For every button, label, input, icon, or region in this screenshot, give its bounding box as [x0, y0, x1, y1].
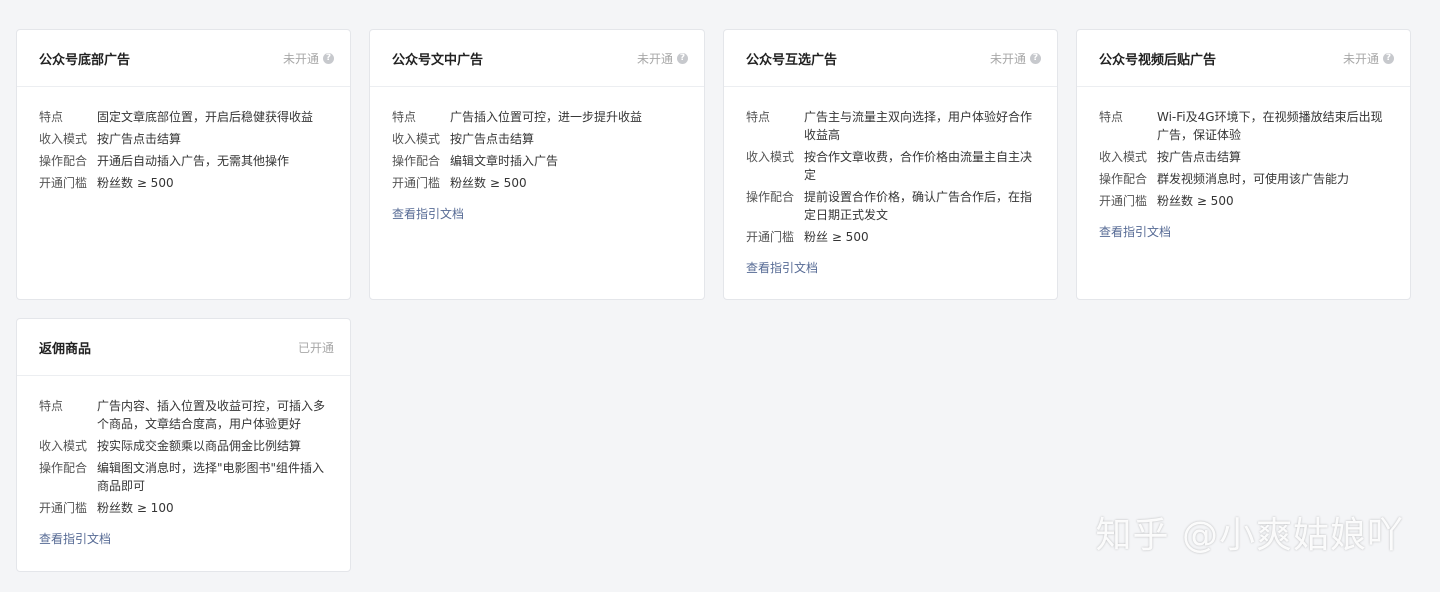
row-value: 广告内容、插入位置及收益可控，可插入多个商品，文章结合度高，用户体验更好	[97, 399, 326, 431]
card-header: 公众号文中广告 未开通 ?	[370, 30, 704, 87]
threshold-row: 开通门槛 粉丝数 ≥ 100	[39, 499, 328, 517]
operation-row: 操作配合 编辑文章时插入广告	[392, 152, 682, 170]
row-label: 开通门槛	[39, 176, 88, 190]
row-value: 广告主与流量主双向选择，用户体验好合作收益高	[804, 110, 1033, 142]
question-circle-icon[interactable]: ?	[677, 52, 688, 64]
row-value: 粉丝数 ≥ 500	[1157, 194, 1234, 208]
row-value: Wi-Fi及4G环境下，在视频播放结束后出现广告，保证体验	[1157, 110, 1383, 142]
watermark: 知乎 @小爽姑娘吖	[1095, 515, 1404, 556]
status-badge: 未开通 ?	[1343, 50, 1394, 67]
row-label: 特点	[39, 110, 64, 124]
card-title: 公众号视频后贴广告	[1099, 52, 1217, 68]
status-text: 未开通	[989, 51, 1026, 66]
status-badge: 未开通 ?	[283, 50, 334, 67]
row-label: 开通门槛	[746, 230, 795, 244]
row-value: 广告插入位置可控，进一步提升收益	[450, 110, 643, 124]
threshold-row: 开通门槛 粉丝数 ≥ 500	[1099, 192, 1388, 210]
question-circle-icon[interactable]: ?	[1030, 52, 1041, 64]
income-row: 收入模式 按实际成交金额乘以商品佣金比例结算	[39, 437, 328, 455]
feature-row: 特点 广告内容、插入位置及收益可控，可插入多个商品，文章结合度高，用户体验更好	[39, 397, 328, 433]
row-value: 粉丝数 ≥ 500	[450, 176, 527, 190]
threshold-row: 开通门槛 粉丝数 ≥ 500	[39, 174, 328, 192]
row-label: 操作配合	[1099, 172, 1148, 186]
feature-row: 特点 广告主与流量主双向选择，用户体验好合作收益高	[746, 108, 1035, 144]
threshold-row: 开通门槛 粉丝 ≥ 500	[746, 228, 1035, 246]
row-label: 收入模式	[746, 150, 795, 164]
income-row: 收入模式 按合作文章收费，合作价格由流量主自主决定	[746, 148, 1035, 184]
row-value: 开通后自动插入广告，无需其他操作	[97, 154, 290, 168]
ad-card-video-post-roll: 公众号视频后贴广告 未开通 ? 特点 Wi-Fi及4G环境下，在视频播放结束后出…	[1076, 29, 1411, 300]
operation-row: 操作配合 编辑图文消息时，选择"电影图书"组件插入商品即可	[39, 459, 328, 495]
ad-card-mutual-selection: 公众号互选广告 未开通 ? 特点 广告主与流量主双向选择，用户体验好合作收益高 …	[723, 29, 1058, 300]
row-value: 编辑图文消息时，选择"电影图书"组件插入商品即可	[97, 461, 325, 493]
row-label: 操作配合	[39, 461, 88, 475]
card-header: 返佣商品 已开通	[17, 319, 350, 376]
row-label: 操作配合	[39, 154, 88, 168]
status-badge: 已开通	[298, 339, 334, 356]
row-label: 开通门槛	[392, 176, 441, 190]
row-label: 收入模式	[392, 132, 441, 146]
card-title: 返佣商品	[39, 341, 92, 357]
operation-row: 操作配合 开通后自动插入广告，无需其他操作	[39, 152, 328, 170]
row-label: 开通门槛	[39, 501, 88, 515]
row-value: 编辑文章时插入广告	[450, 154, 559, 168]
status-text: 已开通	[297, 340, 334, 355]
operation-row: 操作配合 群发视频消息时，可使用该广告能力	[1099, 170, 1388, 188]
view-guide-link[interactable]: 查看指引文档	[39, 530, 111, 547]
card-body: 特点 广告主与流量主双向选择，用户体验好合作收益高 收入模式 按合作文章收费，合…	[724, 87, 1057, 276]
ad-card-bottom: 公众号底部广告 未开通 ? 特点 固定文章底部位置，开启后稳健获得收益 收入模式…	[16, 29, 351, 300]
row-value: 群发视频消息时，可使用该广告能力	[1157, 172, 1350, 186]
row-value: 按广告点击结算	[97, 132, 182, 146]
row-value: 固定文章底部位置，开启后稳健获得收益	[97, 110, 314, 124]
view-guide-link[interactable]: 查看指引文档	[746, 259, 818, 276]
row-value: 粉丝数 ≥ 500	[97, 176, 174, 190]
row-value: 按广告点击结算	[450, 132, 535, 146]
card-title: 公众号互选广告	[746, 52, 838, 68]
row-label: 特点	[1099, 110, 1124, 124]
row-value: 粉丝 ≥ 500	[804, 230, 869, 244]
row-value: 粉丝数 ≥ 100	[97, 501, 174, 515]
card-header: 公众号互选广告 未开通 ?	[724, 30, 1057, 87]
row-label: 收入模式	[39, 439, 88, 453]
card-body: 特点 广告内容、插入位置及收益可控，可插入多个商品，文章结合度高，用户体验更好 …	[17, 376, 350, 547]
card-body: 特点 Wi-Fi及4G环境下，在视频播放结束后出现广告，保证体验 收入模式 按广…	[1077, 87, 1410, 240]
income-row: 收入模式 按广告点击结算	[392, 130, 682, 148]
status-text: 未开通	[1342, 51, 1379, 66]
row-label: 操作配合	[392, 154, 441, 168]
row-label: 特点	[746, 110, 771, 124]
row-value: 按合作文章收费，合作价格由流量主自主决定	[804, 150, 1033, 182]
income-row: 收入模式 按广告点击结算	[1099, 148, 1388, 166]
question-circle-icon[interactable]: ?	[1383, 52, 1394, 64]
row-label: 操作配合	[746, 190, 795, 204]
feature-row: 特点 广告插入位置可控，进一步提升收益	[392, 108, 682, 126]
feature-row: 特点 Wi-Fi及4G环境下，在视频播放结束后出现广告，保证体验	[1099, 108, 1388, 144]
threshold-row: 开通门槛 粉丝数 ≥ 500	[392, 174, 682, 192]
row-value: 提前设置合作价格，确认广告合作后，在指定日期正式发文	[804, 190, 1033, 222]
card-title: 公众号文中广告	[392, 52, 484, 68]
card-title: 公众号底部广告	[39, 52, 131, 68]
status-badge: 未开通 ?	[990, 50, 1041, 67]
card-body: 特点 固定文章底部位置，开启后稳健获得收益 收入模式 按广告点击结算 操作配合 …	[17, 87, 350, 192]
feature-row: 特点 固定文章底部位置，开启后稳健获得收益	[39, 108, 328, 126]
view-guide-link[interactable]: 查看指引文档	[1099, 223, 1171, 240]
ad-card-in-article: 公众号文中广告 未开通 ? 特点 广告插入位置可控，进一步提升收益 收入模式 按…	[369, 29, 705, 300]
card-header: 公众号视频后贴广告 未开通 ?	[1077, 30, 1410, 87]
status-text: 未开通	[636, 51, 673, 66]
row-label: 特点	[392, 110, 417, 124]
question-circle-icon[interactable]: ?	[323, 52, 334, 64]
status-text: 未开通	[282, 51, 319, 66]
card-header: 公众号底部广告 未开通 ?	[17, 30, 350, 87]
row-label: 开通门槛	[1099, 194, 1148, 208]
rebate-goods-card: 返佣商品 已开通 特点 广告内容、插入位置及收益可控，可插入多个商品，文章结合度…	[16, 318, 351, 572]
view-guide-link[interactable]: 查看指引文档	[392, 205, 464, 222]
row-label: 收入模式	[1099, 150, 1148, 164]
row-label: 特点	[39, 399, 64, 413]
row-value: 按实际成交金额乘以商品佣金比例结算	[97, 439, 302, 453]
operation-row: 操作配合 提前设置合作价格，确认广告合作后，在指定日期正式发文	[746, 188, 1035, 224]
status-badge: 未开通 ?	[637, 50, 688, 67]
card-body: 特点 广告插入位置可控，进一步提升收益 收入模式 按广告点击结算 操作配合 编辑…	[370, 87, 704, 222]
row-label: 收入模式	[39, 132, 88, 146]
income-row: 收入模式 按广告点击结算	[39, 130, 328, 148]
row-value: 按广告点击结算	[1157, 150, 1242, 164]
